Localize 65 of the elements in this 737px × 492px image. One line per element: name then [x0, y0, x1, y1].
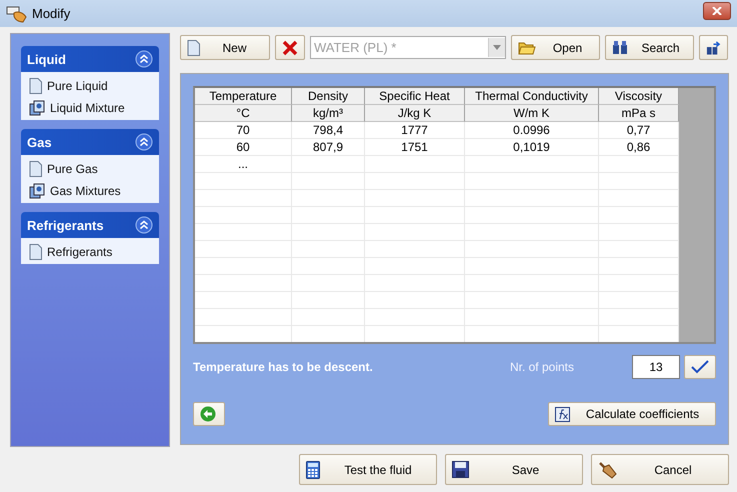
table-cell: ...: [195, 156, 292, 173]
unit-header: J/kg K: [365, 105, 465, 122]
close-icon: [712, 7, 722, 15]
open-button[interactable]: Open: [511, 35, 600, 60]
binoculars-arrow-icon: [706, 40, 721, 56]
sidebar-item[interactable]: Pure Gas: [29, 159, 151, 178]
collapse-icon[interactable]: [135, 216, 153, 234]
sidebar-item[interactable]: Gas Mixtures: [29, 181, 151, 200]
document-icon: [29, 78, 42, 94]
keyboard-hand-icon: [6, 4, 28, 22]
documents-icon: [29, 182, 45, 198]
binoculars-icon: [612, 40, 628, 55]
group-header[interactable]: Gas: [21, 129, 159, 155]
function-icon: [555, 406, 570, 422]
column-header: Specific Heat: [365, 88, 465, 105]
search-next-button[interactable]: [699, 35, 728, 60]
document-icon: [187, 40, 200, 56]
collapse-icon[interactable]: [135, 133, 153, 151]
close-button[interactable]: [703, 2, 731, 20]
validation-message: Temperature has to be descent.: [193, 360, 374, 374]
window-title: Modify: [32, 6, 70, 21]
unit-header: mPa s: [599, 105, 679, 122]
delete-button[interactable]: [275, 35, 305, 60]
broom-icon: [598, 460, 618, 480]
unit-header: W/m K: [465, 105, 599, 122]
table-cell: 60: [195, 139, 292, 156]
column-header: Viscosity: [599, 88, 679, 105]
table-cell: 0,77: [599, 122, 679, 139]
dropdown-arrow-icon: [493, 45, 501, 50]
calculate-coefficients-button[interactable]: Calculate coefficients: [548, 402, 716, 426]
table-cell: 70: [195, 122, 292, 139]
group-header[interactable]: Liquid: [21, 46, 159, 72]
search-button[interactable]: Search: [605, 35, 694, 60]
calculator-icon: [306, 460, 320, 478]
column-header: Temperature: [195, 88, 292, 105]
delete-icon: [282, 40, 298, 56]
table-cell: 0,1019: [465, 139, 599, 156]
collapse-icon[interactable]: [135, 50, 153, 68]
points-field[interactable]: 13: [632, 355, 680, 379]
group-header[interactable]: Refrigerants: [21, 212, 159, 238]
checkmark-icon: [691, 360, 709, 374]
sidebar-item[interactable]: Pure Liquid: [29, 76, 151, 95]
sidebar-item[interactable]: Refrigerants: [29, 242, 151, 261]
document-icon: [29, 160, 42, 176]
table-cell: 0,86: [599, 139, 679, 156]
table-cell: 807,9: [292, 139, 365, 156]
footer-button[interactable]: Test the fluid: [299, 454, 437, 485]
table-cell: 798,4: [292, 122, 365, 139]
back-button[interactable]: [193, 402, 225, 426]
column-header: Thermal Conductivity: [465, 88, 599, 105]
table-cell: 1751: [365, 139, 465, 156]
unit-header: kg/m³: [292, 105, 365, 122]
folder-icon: [518, 40, 536, 55]
document-icon: [29, 244, 42, 260]
confirm-button[interactable]: [684, 355, 716, 379]
points-label: Nr. of points: [510, 360, 574, 374]
documents-icon: [29, 100, 45, 116]
footer-button[interactable]: Save: [445, 454, 583, 485]
footer-button[interactable]: Cancel: [591, 454, 729, 485]
new-button[interactable]: New: [180, 35, 270, 60]
sidebar-item[interactable]: Liquid Mixture: [29, 98, 151, 117]
table-cell: 1777: [365, 122, 465, 139]
table-cell: 0.0996: [465, 122, 599, 139]
column-header: Density: [292, 88, 365, 105]
unit-header: °C: [195, 105, 292, 122]
